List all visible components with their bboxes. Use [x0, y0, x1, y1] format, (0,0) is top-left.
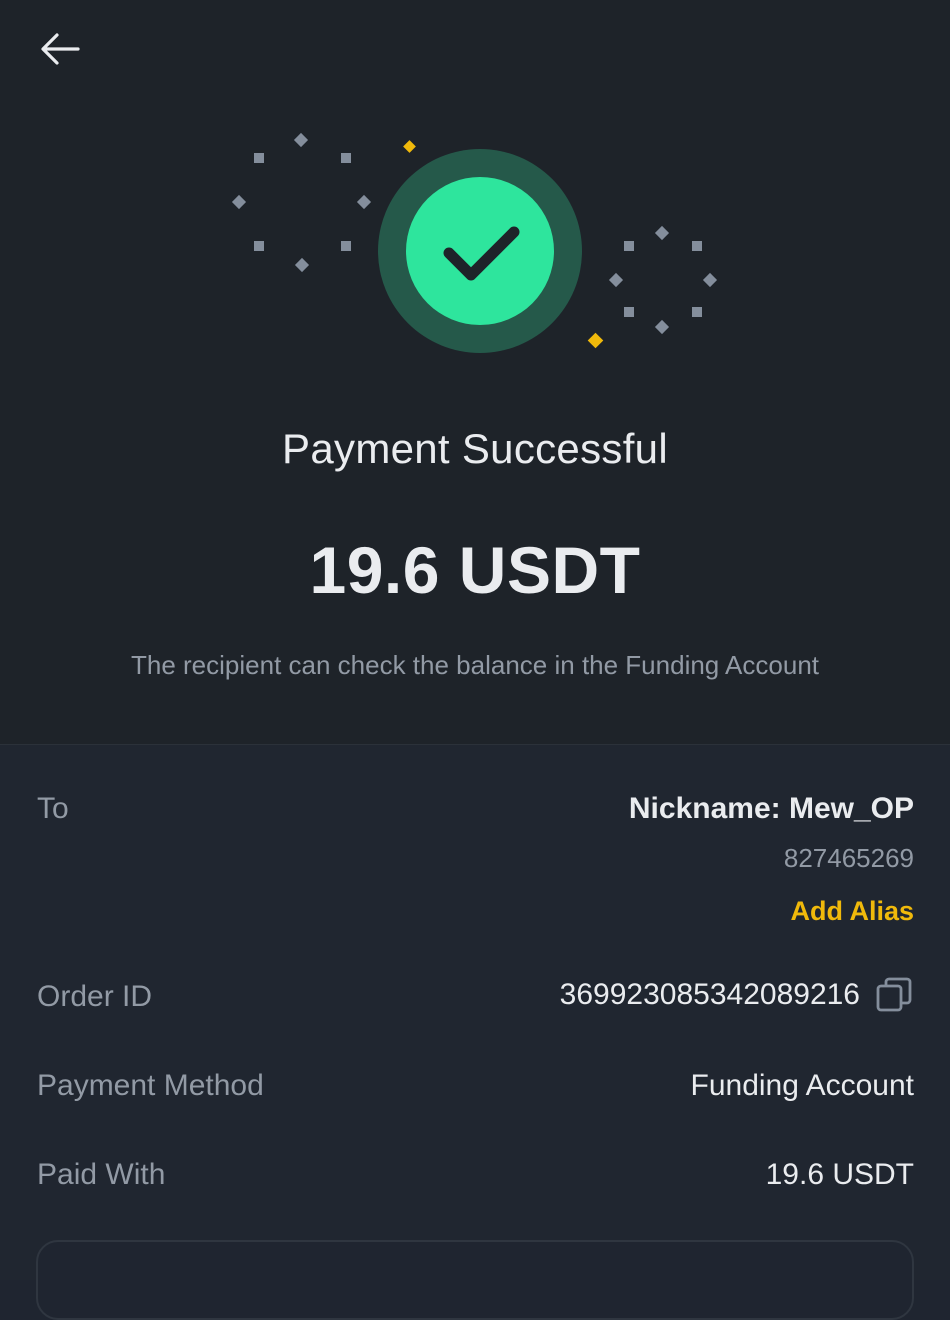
recipient-nickname: Nickname: Mew_OP: [628, 792, 914, 825]
success-illustration: [231, 132, 718, 353]
paid-with-label: Paid With: [37, 1158, 166, 1191]
copy-icon: [876, 977, 912, 1012]
recipient-note: The recipient can check the balance in t…: [131, 650, 819, 680]
bottom-card: [36, 1240, 914, 1320]
order-id-value: 369923085342089216: [559, 978, 860, 1011]
page-title: Payment Successful: [282, 425, 668, 472]
order-id-label: Order ID: [37, 980, 153, 1013]
check-circle-icon: [378, 149, 582, 353]
recipient-uid: 827465269: [783, 843, 914, 873]
paid-with-value: 19.6 USDT: [765, 1158, 914, 1191]
order-id-group: 369923085342089216: [560, 975, 914, 1015]
payment-amount: 19.6 USDT: [309, 533, 641, 607]
to-label: To: [37, 792, 69, 825]
add-alias-link[interactable]: Add Alias: [790, 896, 914, 927]
copy-order-id-button[interactable]: [874, 975, 914, 1015]
payment-method-value: Funding Account: [690, 1069, 915, 1102]
payment-method-label: Payment Method: [37, 1069, 264, 1102]
confetti-left: [231, 132, 372, 273]
confetti-right: [608, 225, 718, 335]
